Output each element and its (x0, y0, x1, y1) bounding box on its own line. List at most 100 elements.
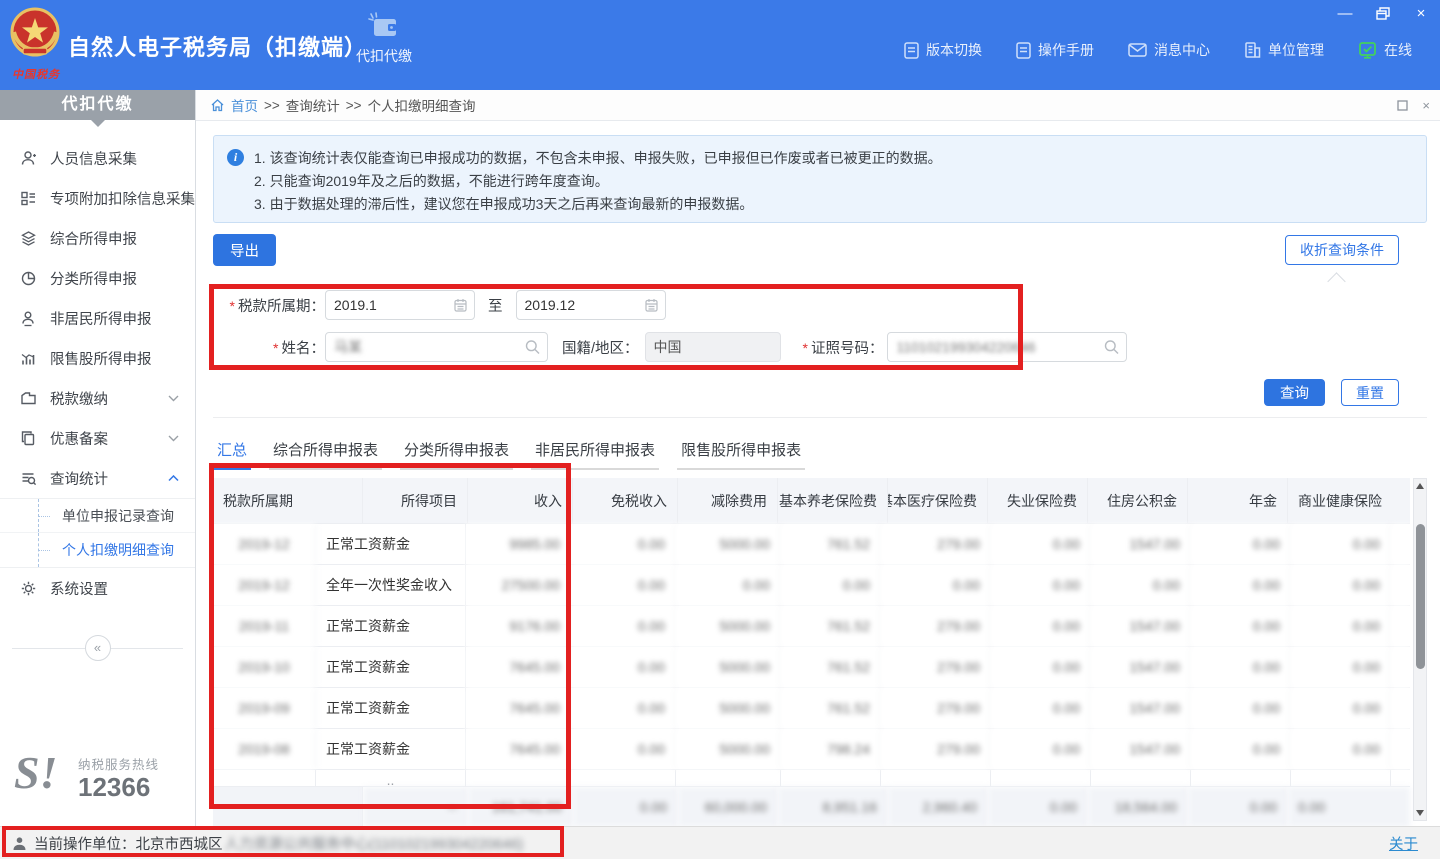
sidebar-item-restricted-shares[interactable]: 限售股所得申报 (0, 338, 195, 378)
calendar-icon[interactable] (645, 298, 658, 312)
column-header[interactable]: 年金 (1188, 478, 1288, 523)
cell-housing-fund: 1547.00 (1091, 606, 1191, 646)
menu-unit-management[interactable]: 单位管理 (1244, 40, 1324, 60)
table-row[interactable]: 2019-09 正常工资薪金 7645.00 0.00 5000.00 761.… (213, 688, 1410, 729)
layers-icon (20, 230, 37, 247)
window-controls: — × (1334, 3, 1432, 23)
sidebar-item-comprehensive-income[interactable]: 综合所得申报 (0, 218, 195, 258)
column-header[interactable]: 商业健康保险 (1288, 478, 1410, 523)
column-header[interactable]: 基本养老保险费 (778, 478, 888, 523)
sidebar-item-system-settings[interactable]: 系统设置 (0, 568, 195, 608)
app-title: 自然人电子税务局（扣缴端） (68, 30, 367, 62)
minimize-button[interactable]: — (1334, 3, 1356, 23)
search-icon[interactable] (1104, 340, 1119, 355)
scroll-down-arrow[interactable] (1414, 807, 1426, 819)
cell-taxfree-income: 0.00 (571, 688, 676, 728)
table-body: 税款所属期所得项目收入免税收入减除费用基本养老保险费基本医疗保险费失业保险费住房… (213, 478, 1410, 828)
cell-pension: 761.52 (781, 688, 881, 728)
cell-health-insurance: 0.00 (1291, 729, 1391, 769)
tab-nonresident-income[interactable]: 非居民所得申报表 (531, 439, 659, 470)
table-row[interactable]: 2019-10 正常工资薪金 7645.00 0.00 5000.00 761.… (213, 647, 1410, 688)
tab-classified-income[interactable]: 分类所得申报表 (400, 439, 513, 470)
notice-line: 1. 该查询统计表仅能查询已申报成功的数据，不包含未申报、申报失败，已申报但已作… (254, 147, 1412, 170)
page-restore-icon[interactable] (1397, 100, 1408, 111)
sidebar-item-tax-payment[interactable]: 税款缴纳 (0, 378, 195, 418)
vertical-scrollbar[interactable] (1413, 478, 1427, 821)
period-to-input[interactable] (517, 291, 665, 319)
cell-deduction: 5000.00 (676, 524, 781, 564)
close-button[interactable]: × (1410, 3, 1432, 23)
table-row[interactable]: 2019-12 全年一次性奖金收入 27500.00 0.00 0.00 0.0… (213, 565, 1410, 606)
table-row[interactable]: 2019-08 正常工资薪金 7645.00 0.00 5000.00 798.… (213, 729, 1410, 770)
cell-annuity: 0.00 (1191, 647, 1291, 687)
sidebar-item-preferential-filing[interactable]: 优惠备案 (0, 418, 195, 458)
result-tabs: 汇总 综合所得申报表 分类所得申报表 非居民所得申报表 限售股所得申报表 (213, 439, 1427, 470)
cell-period: 2019-10 (213, 647, 316, 687)
reset-button[interactable]: 重置 (1341, 379, 1399, 406)
tab-withholding-module[interactable]: 代扣代缴 (348, 12, 420, 82)
search-icon[interactable] (525, 340, 540, 355)
tab-restricted-shares[interactable]: 限售股所得申报表 (677, 439, 805, 470)
column-header[interactable]: 免税收入 (573, 478, 678, 523)
sidebar-item-classified-income[interactable]: 分类所得申报 (0, 258, 195, 298)
sidebar-item-special-deduction[interactable]: 专项附加扣除信息采集 (0, 178, 195, 218)
menu-version-switch[interactable]: 版本切换 (904, 40, 982, 60)
sidebar-item-query-statistics[interactable]: 查询统计 (0, 458, 195, 498)
tax-bureau-logo: 中国税务 (8, 6, 64, 84)
to-label: 至 (488, 295, 503, 316)
scroll-up-arrow[interactable] (1414, 480, 1426, 492)
about-link[interactable]: 关于 (1389, 833, 1418, 854)
table-row[interactable]: 2019-11 正常工资薪金 9176.00 0.00 5000.00 761.… (213, 606, 1410, 647)
breadcrumb-home-link[interactable]: 首页 (231, 95, 258, 115)
person-icon (20, 150, 37, 167)
sidebar-collapse-button[interactable]: « (85, 635, 111, 661)
online-status[interactable]: 在线 (1358, 40, 1412, 60)
home-icon (210, 98, 225, 112)
column-header[interactable]: 失业保险费 (988, 478, 1088, 523)
cell-medical: 0.00 (881, 565, 991, 605)
query-button[interactable]: 查询 (1264, 379, 1325, 406)
restore-button[interactable] (1372, 3, 1394, 23)
period-from-field[interactable] (325, 290, 475, 320)
column-header[interactable]: 收入 (468, 478, 573, 523)
column-header[interactable]: 住房公积金 (1088, 478, 1188, 523)
export-button[interactable]: 导出 (213, 234, 276, 266)
sidebar-item-personnel-info[interactable]: 人员信息采集 (0, 138, 195, 178)
notice-box: i 1. 该查询统计表仅能查询已申报成功的数据，不包含未申报、申报失败，已申报但… (213, 135, 1427, 223)
column-header[interactable]: 税款所属期 (213, 478, 363, 523)
tab-summary[interactable]: 汇总 (213, 439, 251, 470)
top-header: 中国税务 自然人电子税务局（扣缴端） 代扣代缴 版本切换 (0, 0, 1440, 90)
period-from-input[interactable] (326, 291, 474, 319)
name-input[interactable] (326, 333, 547, 361)
cell (1291, 770, 1391, 787)
name-field[interactable] (325, 332, 548, 362)
cell-pension: 798.24 (781, 729, 881, 769)
period-to-field[interactable] (516, 290, 666, 320)
sidebar-subitem-personal-withholding-query[interactable]: 个人扣缴明细查询 (0, 533, 195, 567)
sidebar-item-label: 分类所得申报 (50, 268, 137, 289)
cell-pension: 0.00 (781, 565, 881, 605)
notice-line: 2. 只能查询2019年及之后的数据，不能进行跨年度查询。 (254, 170, 1412, 193)
menu-message-center[interactable]: 消息中心 (1128, 40, 1210, 60)
column-header[interactable]: 基本医疗保险费 (888, 478, 988, 523)
table-row[interactable]: 2019-12 正常工资薪金 9985.00 0.00 5000.00 761.… (213, 524, 1410, 565)
column-header[interactable]: 所得项目 (363, 478, 468, 523)
cell (571, 770, 676, 787)
tab-comprehensive-income[interactable]: 综合所得申报表 (269, 439, 382, 470)
info-icon: i (227, 149, 244, 166)
column-header[interactable]: 减除费用 (678, 478, 778, 523)
page-close-icon[interactable]: × (1422, 98, 1430, 113)
header-menu: 版本切换 操作手册 消息中心 单位管理 (904, 40, 1412, 60)
id-number-field[interactable] (887, 332, 1127, 362)
collapse-query-button[interactable]: 收折查询条件 (1285, 235, 1399, 265)
sidebar-item-label: 人员信息采集 (50, 148, 137, 169)
sidebar-item-nonresident-income[interactable]: 非居民所得申报 (0, 298, 195, 338)
breadcrumb-separator: >> (346, 98, 362, 113)
menu-operation-manual[interactable]: 操作手册 (1016, 40, 1094, 60)
vertical-scroll-thumb[interactable] (1416, 524, 1425, 669)
sidebar-subitem-unit-declaration-query[interactable]: 单位申报记录查询 (0, 499, 195, 533)
id-number-input[interactable] (888, 333, 1126, 361)
table-totals-row: ----161,741.000.0060,000.008,951.162,960… (213, 787, 1410, 828)
calendar-icon[interactable] (454, 298, 467, 312)
form-row-period: *税款所属期： 至 (213, 290, 1427, 320)
